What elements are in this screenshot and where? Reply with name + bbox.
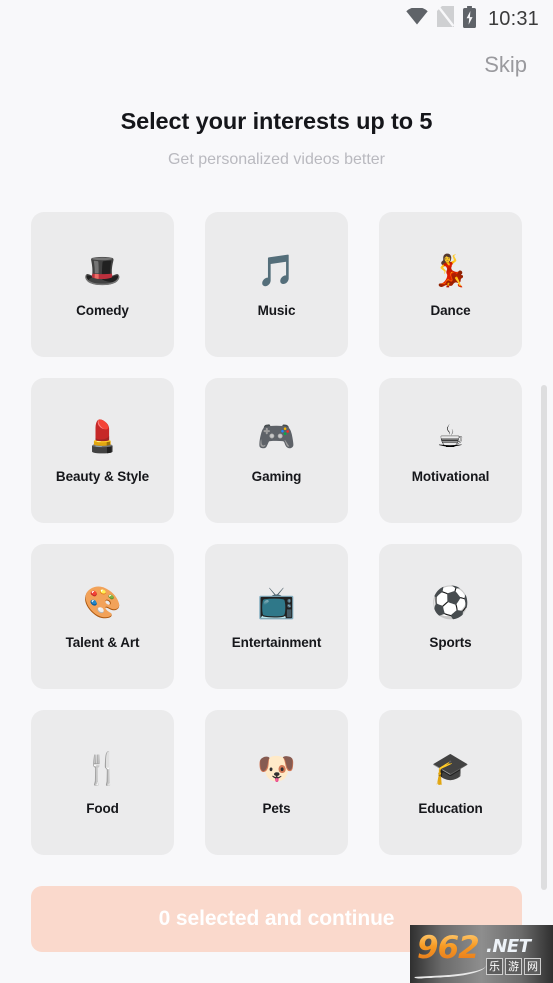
page-title: Select your interests up to 5	[120, 108, 433, 134]
scrollbar-thumb[interactable]	[541, 385, 547, 890]
interest-card-label: Food	[86, 800, 119, 816]
game-controller-icon: 🎮	[257, 419, 296, 455]
interest-card[interactable]: 🐶 Pets	[205, 710, 348, 855]
watermark-chinese: 乐游网	[486, 958, 541, 975]
status-bar: 10:31	[0, 0, 553, 38]
musical-note-icon: 🎵	[257, 253, 296, 289]
hot-beverage-icon: ☕	[436, 419, 465, 455]
top-hat-icon: 🎩	[83, 253, 122, 289]
interest-card[interactable]: ☕ Motivational	[379, 378, 522, 523]
fork-and-knife-icon: 🍴	[83, 751, 122, 787]
interest-card[interactable]: ⚽ Sports	[379, 544, 522, 689]
interest-card[interactable]: 🎩 Comedy	[31, 212, 174, 357]
graduation-cap-icon: 🎓	[431, 751, 470, 787]
interest-card[interactable]: 📺 Entertainment	[205, 544, 348, 689]
interest-card-label: Gaming	[251, 468, 302, 484]
page-subtitle: Get personalized videos better	[167, 151, 385, 168]
site-watermark: 962 .NET 乐游网	[410, 925, 553, 983]
interest-card[interactable]: 💃 Dance	[379, 212, 522, 357]
watermark-chinese-char: 网	[524, 958, 541, 975]
interest-card-label: Beauty & Style	[55, 468, 150, 484]
interest-card-label: Music	[257, 302, 296, 318]
interest-card-label: Comedy	[76, 302, 129, 318]
watermark-tld: .NET	[486, 936, 531, 957]
battery-charging-icon	[462, 5, 476, 33]
artist-palette-icon: 🎨	[83, 585, 122, 621]
interest-card-label: Education	[418, 800, 483, 816]
scrollbar-track[interactable]	[541, 190, 550, 910]
wifi-icon	[406, 7, 428, 30]
interest-card[interactable]: 💄 Beauty & Style	[31, 378, 174, 523]
interest-card-label: Sports	[429, 634, 472, 650]
interest-card[interactable]: 🎨 Talent & Art	[31, 544, 174, 689]
watermark-brand: 962	[417, 930, 480, 966]
dog-face-icon: 🐶	[257, 751, 296, 787]
interest-card[interactable]: 🎓 Education	[379, 710, 522, 855]
status-bar-time: 10:31	[487, 7, 539, 30]
interest-card[interactable]: 🎵 Music	[205, 212, 348, 357]
interest-card-label: Talent & Art	[65, 634, 140, 650]
interest-card-label: Entertainment	[231, 634, 322, 650]
interest-card-label: Motivational	[411, 468, 490, 484]
interest-card[interactable]: 🍴 Food	[31, 710, 174, 855]
skip-button[interactable]: Skip	[480, 50, 531, 80]
interest-card-label: Dance	[430, 302, 471, 318]
watermark-chinese-char: 游	[505, 958, 522, 975]
interest-grid: 🎩 Comedy 🎵 Music 💃 Dance 💄 Beauty & Style 🎮 Gamin…	[31, 212, 522, 855]
watermark-chinese-char: 乐	[486, 958, 503, 975]
interest-card-label: Pets	[262, 800, 291, 816]
dancer-icon: 💃	[431, 253, 470, 289]
television-icon: 📺	[257, 585, 296, 621]
no-sim-icon	[436, 5, 455, 32]
lipstick-icon: 💄	[83, 419, 122, 455]
soccer-ball-icon: ⚽	[431, 585, 470, 621]
interest-card[interactable]: 🎮 Gaming	[205, 378, 348, 523]
interest-selection-screen: 10:31 Skip Select your interests up to 5…	[0, 0, 553, 983]
